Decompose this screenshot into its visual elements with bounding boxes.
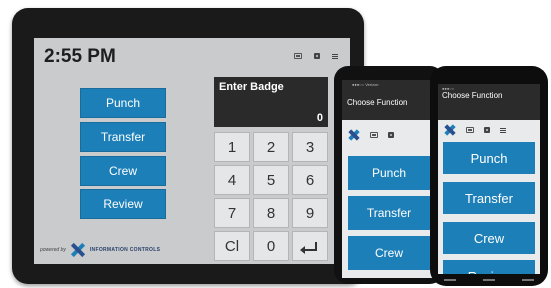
transfer-button[interactable]: Transfer	[443, 182, 535, 214]
phone-front-toolbar	[438, 120, 540, 140]
punch-button[interactable]: Punch	[348, 156, 430, 190]
ic-logo-icon	[348, 129, 360, 141]
crew-button[interactable]: Crew	[80, 156, 166, 186]
transfer-button[interactable]: Transfer	[80, 122, 166, 152]
key-5[interactable]: 5	[253, 165, 289, 195]
transfer-button[interactable]: Transfer	[348, 196, 430, 230]
crew-button[interactable]: Crew	[443, 222, 535, 254]
punch-button[interactable]: Punch	[443, 142, 535, 174]
badge-display: Enter Badge 0	[214, 77, 328, 127]
key-1[interactable]: 1	[214, 132, 250, 162]
camera-icon[interactable]	[388, 132, 394, 138]
nav-home-icon[interactable]	[482, 279, 495, 281]
review-button[interactable]: Review	[443, 260, 535, 274]
key-clear[interactable]: Cl	[214, 231, 250, 261]
key-0[interactable]: 0	[253, 231, 289, 261]
key-8[interactable]: 8	[253, 198, 289, 228]
phone-nav-bar	[430, 274, 548, 286]
screen-title: Choose Function	[442, 91, 503, 100]
battery-icon[interactable]	[466, 127, 474, 133]
phone-back-screen: ●●●○○ Verizon Choose Function Punch Tran…	[342, 80, 436, 278]
tablet-device: 2:55 PM Punch Transfer Crew Review power…	[12, 8, 364, 284]
tablet-toolbar-icons	[294, 53, 338, 59]
ic-logo-icon	[444, 124, 456, 136]
key-7[interactable]: 7	[214, 198, 250, 228]
key-6[interactable]: 6	[292, 165, 328, 195]
key-2[interactable]: 2	[253, 132, 289, 162]
key-4[interactable]: 4	[214, 165, 250, 195]
phone-back-device: ●●●○○ Verizon Choose Function Punch Tran…	[334, 66, 444, 284]
camera-icon[interactable]	[484, 127, 490, 133]
key-3[interactable]: 3	[292, 132, 328, 162]
key-9[interactable]: 9	[292, 198, 328, 228]
phone-front-header: ●●●○○ Choose Function	[438, 84, 540, 120]
phone-front-screen: ●●●○○ Choose Function Punch Transfer Cre…	[438, 84, 540, 274]
tablet-screen: 2:55 PM Punch Transfer Crew Review power…	[34, 38, 350, 264]
menu-icon[interactable]	[332, 53, 338, 59]
camera-icon[interactable]	[314, 53, 320, 59]
badge-value: 0	[316, 112, 323, 124]
key-enter[interactable]	[292, 231, 328, 261]
battery-icon[interactable]	[370, 132, 378, 138]
menu-icon[interactable]	[500, 127, 506, 133]
crew-button[interactable]: Crew	[348, 236, 430, 270]
punch-button[interactable]: Punch	[80, 88, 166, 118]
badge-label: Enter Badge	[219, 81, 284, 93]
screen-title: Choose Function	[347, 98, 408, 107]
phone-back-header: ●●●○○ Verizon Choose Function	[342, 80, 436, 120]
clock: 2:55 PM	[44, 46, 116, 67]
powered-by-text: powered by	[40, 247, 66, 253]
nav-back-icon[interactable]	[443, 279, 456, 281]
battery-icon[interactable]	[294, 53, 302, 59]
phone-back-toolbar	[342, 124, 436, 146]
status-bar: ●●●○○ Verizon	[352, 82, 379, 87]
powered-by-footer: powered by INFORMATION CONTROLS	[40, 242, 160, 258]
brand-name: INFORMATION CONTROLS	[89, 247, 161, 253]
ic-logo-icon	[70, 242, 86, 258]
nav-recent-icon[interactable]	[522, 279, 535, 281]
phone-front-device: ●●●○○ Choose Function Punch Transfer Cre…	[430, 66, 548, 286]
enter-icon	[300, 241, 317, 254]
review-button[interactable]: Review	[80, 189, 166, 219]
